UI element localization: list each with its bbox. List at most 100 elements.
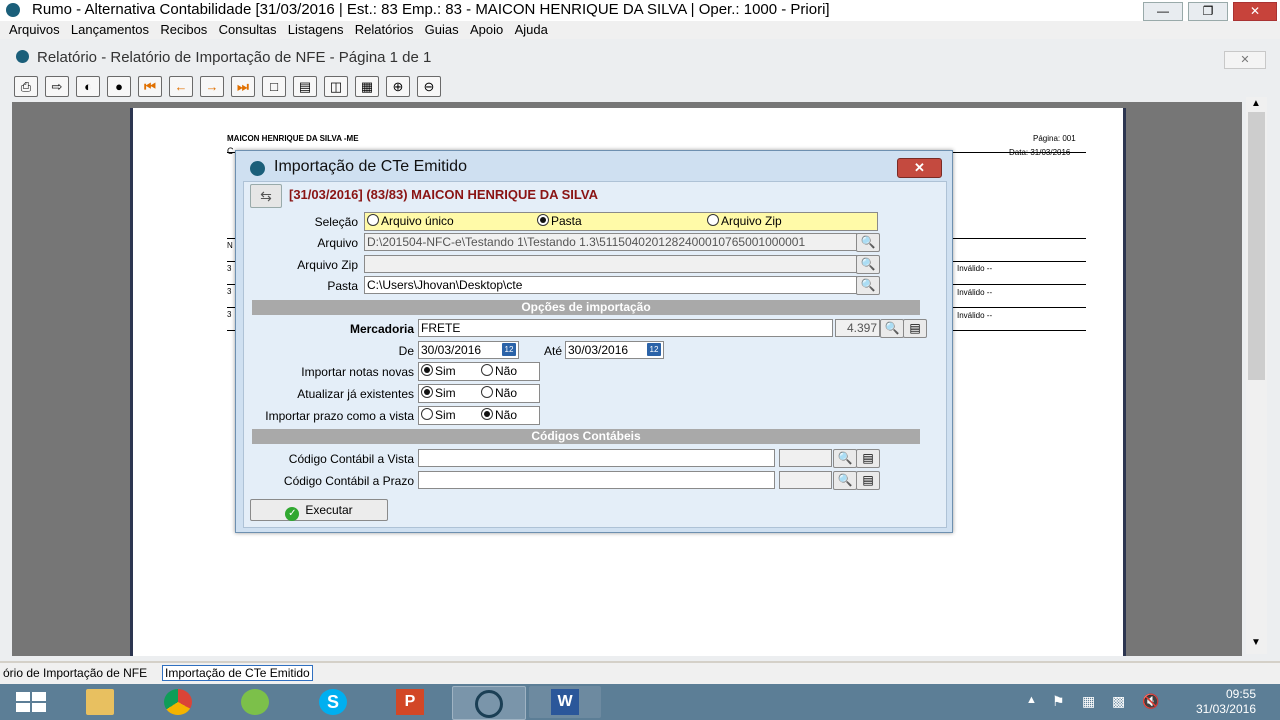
vertical-scrollbar[interactable]: ▲ ▼ — [1246, 97, 1267, 654]
swap-arrows-icon[interactable]: ⇆ — [250, 184, 282, 208]
menu-consultas[interactable]: Consultas — [215, 21, 281, 39]
tray-expand-icon[interactable]: ▲ — [1026, 694, 1037, 706]
calendar-icon[interactable]: 12 — [647, 343, 661, 356]
menu-ajuda[interactable]: Ajuda — [511, 21, 552, 39]
cod-vista-label: Código Contábil a Vista — [288, 452, 414, 466]
atualizar-label: Atualizar já existentes — [297, 387, 414, 401]
multiple-pages-icon[interactable]: ▦ — [355, 76, 379, 97]
previous-page-icon[interactable]: ← — [169, 76, 193, 97]
menu-recibos[interactable]: Recibos — [156, 21, 211, 39]
radio-label: Sim — [435, 408, 456, 422]
calendar-icon[interactable]: 12 — [502, 343, 516, 356]
arquivo-field[interactable]: D:\201504-NFC-e\Testando 1\Testando 1.3\… — [364, 233, 857, 251]
app-logo-icon — [6, 3, 20, 17]
taskbar: S P W ▲ ⚑ ▦ ▩ 🔇 09:55 31/03/2016 — [0, 684, 1280, 720]
radio-arquivo-zip[interactable]: Arquivo Zip — [707, 213, 782, 230]
pasta-field[interactable]: C:\Users\Jhovan\Desktop\cte — [364, 276, 857, 294]
report-close-button[interactable]: ✕ — [1224, 51, 1266, 69]
windows-start-icon[interactable] — [14, 691, 48, 713]
zoom-in-icon[interactable]: ⊕ — [386, 76, 410, 97]
find-next-icon[interactable]: ● — [107, 76, 131, 97]
report-cell: Inválido -- — [957, 264, 993, 273]
menu-listagens[interactable]: Listagens — [284, 21, 348, 39]
scroll-up-icon[interactable]: ▲ — [1251, 98, 1261, 109]
radio-atualizar-nao[interactable]: Não — [481, 385, 517, 402]
radio-label: Não — [495, 386, 518, 400]
menu-guias[interactable]: Guias — [421, 21, 463, 39]
menu-lancamentos[interactable]: Lançamentos — [67, 21, 153, 39]
scroll-thumb[interactable] — [1248, 112, 1265, 380]
arquivo-zip-field[interactable] — [364, 255, 857, 273]
radio-label: Arquivo Zip — [721, 214, 782, 228]
radio-dot — [481, 408, 493, 420]
dialog-close-button[interactable]: ✕ — [897, 158, 942, 178]
list-icon[interactable]: ▤ — [856, 471, 880, 490]
print-icon[interactable]: ⎙ — [14, 76, 38, 97]
last-page-icon[interactable]: ⏭ — [231, 76, 255, 97]
search-icon[interactable]: 🔍 — [880, 319, 904, 338]
ate-date-field[interactable]: 30/03/2016 12 — [565, 341, 664, 359]
whole-page-icon[interactable]: □ — [262, 76, 286, 97]
search-icon[interactable]: 🔍 — [833, 449, 857, 468]
radio-pasta[interactable]: Pasta — [537, 213, 582, 230]
clock[interactable]: 09:55 31/03/2016 — [1196, 687, 1256, 717]
taskbar-powerpoint[interactable]: P — [374, 686, 446, 718]
menu-arquivos[interactable]: Arquivos — [5, 21, 64, 39]
two-pages-icon[interactable]: ◫ — [324, 76, 348, 97]
page-width-icon[interactable]: ▤ — [293, 76, 317, 97]
next-page-icon[interactable]: → — [200, 76, 224, 97]
search-icon[interactable]: 🔍 — [856, 255, 880, 274]
zoom-out-icon[interactable]: ⊖ — [417, 76, 441, 97]
first-page-icon[interactable]: ⏮ — [138, 76, 162, 97]
radio-prazo-vista-sim[interactable]: Sim — [421, 407, 456, 424]
radio-importar-novas-sim[interactable]: Sim — [421, 363, 456, 380]
action-center-icon[interactable]: ⚑ — [1052, 693, 1065, 710]
network-icon[interactable]: ▩ — [1112, 693, 1125, 710]
volume-muted-icon[interactable]: 🔇 — [1142, 693, 1159, 710]
de-date-field[interactable]: 30/03/2016 12 — [418, 341, 519, 359]
report-row-mark: 3 — [227, 264, 232, 273]
powerpoint-icon: P — [396, 689, 424, 715]
radio-arquivo-unico[interactable]: Arquivo único — [367, 213, 454, 230]
de-date-value: 30/03/2016 — [421, 343, 482, 357]
close-button[interactable]: ✕ — [1233, 2, 1277, 21]
list-icon[interactable]: ▤ — [856, 449, 880, 468]
taskbar-chrome[interactable] — [142, 686, 214, 718]
cod-prazo-field[interactable] — [418, 471, 775, 489]
taskbar-word[interactable]: W — [529, 686, 601, 718]
cod-vista-code[interactable] — [779, 449, 832, 467]
report-row-mark: 3 — [227, 310, 232, 319]
maximize-button[interactable]: ❐ — [1188, 2, 1228, 21]
cod-prazo-code[interactable] — [779, 471, 832, 489]
report-logo-icon — [16, 50, 29, 63]
menu-apoio[interactable]: Apoio — [466, 21, 507, 39]
execute-button[interactable]: ✓ Executar — [250, 499, 388, 521]
tablet-mode-icon[interactable]: ▦ — [1082, 693, 1095, 710]
cod-vista-field[interactable] — [418, 449, 775, 467]
list-icon[interactable]: ▤ — [903, 319, 927, 338]
pasta-label: Pasta — [327, 279, 358, 293]
export-icon[interactable]: ⇨ — [45, 76, 69, 97]
radio-dot — [421, 408, 433, 420]
taskbar-skype[interactable]: S — [297, 686, 369, 718]
taskbar-rumo[interactable] — [452, 686, 526, 720]
search-icon[interactable]: 🔍 — [833, 471, 857, 490]
binoculars-icon[interactable]: ◐ — [76, 76, 100, 97]
search-icon[interactable]: 🔍 — [856, 276, 880, 295]
minimize-button[interactable]: — — [1143, 2, 1183, 21]
mercadoria-code[interactable]: 4.397 — [835, 319, 880, 337]
taskbar-explorer[interactable] — [64, 686, 136, 718]
radio-importar-novas-nao[interactable]: Não — [481, 363, 517, 380]
strip-tab-report[interactable]: ório de Importação de NFE — [3, 666, 147, 680]
clock-date: 31/03/2016 — [1195, 702, 1256, 716]
menu-relatorios[interactable]: Relatórios — [351, 21, 418, 39]
taskbar-app-green[interactable] — [219, 686, 291, 718]
menu-bar: Arquivos Lançamentos Recibos Consultas L… — [0, 21, 1280, 39]
search-icon[interactable]: 🔍 — [856, 233, 880, 252]
execute-label: Executar — [305, 503, 353, 517]
mercadoria-field[interactable]: FRETE — [418, 319, 833, 337]
strip-tab-dialog[interactable]: Importação de CTe Emitido — [162, 665, 313, 681]
scroll-down-icon[interactable]: ▼ — [1251, 637, 1261, 648]
radio-prazo-vista-nao[interactable]: Não — [481, 407, 517, 424]
radio-atualizar-sim[interactable]: Sim — [421, 385, 456, 402]
